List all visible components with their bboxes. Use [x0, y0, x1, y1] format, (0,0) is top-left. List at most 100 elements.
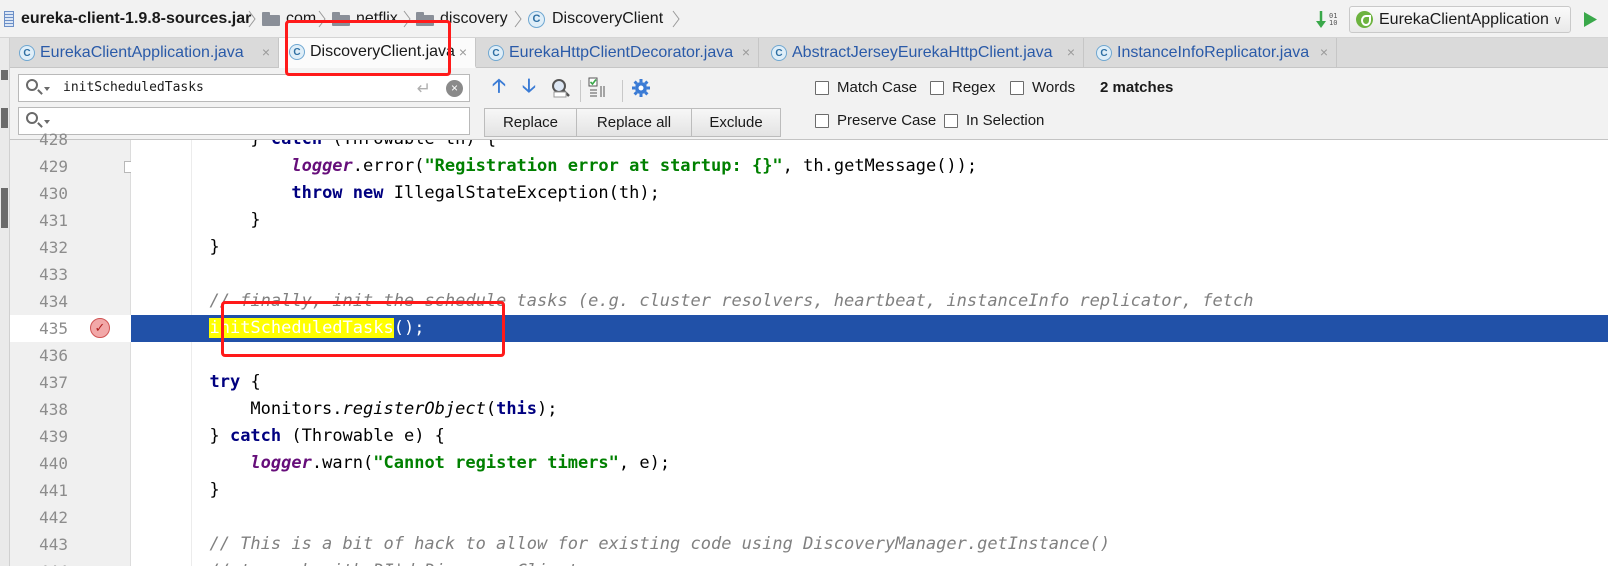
words-checkbox[interactable]: Words — [1010, 79, 1075, 96]
match-case-checkbox[interactable]: Match Case — [815, 79, 917, 96]
class-icon: C — [19, 45, 35, 61]
folder-icon — [262, 12, 280, 26]
run-triangle-icon[interactable] — [1582, 11, 1598, 28]
replace-button[interactable]: Replace — [484, 108, 577, 137]
breadcrumb-class[interactable]: C DiscoveryClient — [528, 0, 663, 38]
search-field[interactable]: initScheduledTasks ↵ × — [18, 74, 470, 102]
close-icon[interactable]: × — [459, 45, 467, 59]
next-occurrence-icon[interactable]: 🡣 — [518, 76, 540, 99]
replace-all-button[interactable]: Replace all — [576, 108, 692, 137]
build-order-icon[interactable]: 01 10 — [1316, 10, 1342, 30]
code-token: // finally, init the schedule tasks (e.g… — [189, 291, 1254, 311]
code-token: (); — [393, 318, 425, 338]
checkbox-box[interactable] — [815, 113, 829, 128]
breadcrumb-folder-com[interactable]: com — [262, 0, 316, 38]
line-number[interactable]: 436 — [20, 342, 68, 369]
code-token: (Throwable e) { — [281, 426, 445, 446]
line-number[interactable]: 437 — [20, 369, 68, 396]
tab-label: EurekaClientApplication.java — [40, 44, 244, 61]
editor-tab-bar: C EurekaClientApplication.java × C Disco… — [0, 38, 1608, 68]
line-number[interactable]: 444 — [20, 558, 68, 566]
chevron-down-icon — [44, 87, 50, 91]
left-tool-strip[interactable] — [0, 38, 10, 566]
code-token: this — [496, 399, 538, 419]
gear-icon[interactable] — [630, 77, 652, 99]
code-line[interactable]: } — [131, 234, 1608, 261]
line-number[interactable]: 430 — [20, 180, 68, 207]
find-all-occurrences-icon[interactable] — [550, 77, 572, 99]
checkbox-box[interactable] — [944, 113, 958, 128]
run-configuration-label: EurekaClientApplication — [1379, 10, 1549, 28]
code-line-current[interactable]: initScheduledTasks(); — [131, 315, 1608, 342]
tab-eureka-http-client-decorator[interactable]: C EurekaHttpClientDecorator.java × — [476, 38, 759, 68]
code-line[interactable]: Monitors.registerObject(this); — [131, 396, 1608, 423]
line-number[interactable]: 438 — [20, 396, 68, 423]
search-match: initScheduledTasks — [209, 318, 394, 338]
tab-instance-info-replicator[interactable]: C InstanceInfoReplicator.java × — [1084, 38, 1337, 68]
code-line[interactable]: // finally, init the schedule tasks (e.g… — [131, 288, 1608, 315]
line-number[interactable]: 435 — [20, 315, 68, 342]
line-number[interactable]: 434 — [20, 288, 68, 315]
in-selection-checkbox[interactable]: In Selection — [944, 112, 1044, 129]
close-icon[interactable]: × — [1067, 45, 1075, 59]
clear-search-icon[interactable]: × — [446, 80, 463, 97]
breadcrumb-folder-discovery[interactable]: discovery — [416, 0, 508, 38]
code-line[interactable]: // to work with DI'd DiscoveryClient — [131, 558, 1608, 566]
code-line[interactable]: } — [131, 207, 1608, 234]
line-number[interactable]: 432 — [20, 234, 68, 261]
line-number[interactable]: 429 — [20, 153, 68, 180]
code-line[interactable]: logger.error("Registration error at star… — [131, 153, 1608, 180]
breakpoint-icon[interactable]: ✓ — [90, 318, 110, 338]
checkbox-box[interactable] — [930, 80, 944, 95]
exclude-button[interactable]: Exclude — [691, 108, 781, 137]
breadcrumb-separator-icon — [403, 10, 411, 28]
close-icon[interactable]: × — [742, 45, 750, 59]
svg-text:10: 10 — [1329, 19, 1337, 27]
code-token: } — [189, 237, 220, 257]
code-line[interactable]: throw new IllegalStateException(th); — [131, 180, 1608, 207]
line-number[interactable]: 428 — [20, 126, 68, 153]
select-all-occurrences-icon[interactable] — [588, 77, 610, 99]
code-line[interactable]: } catch (Throwable th) { — [131, 140, 1608, 153]
regex-checkbox[interactable]: Regex — [930, 79, 995, 96]
code-token: "Registration error at startup: {}" — [424, 156, 783, 176]
code-line[interactable]: logger.warn("Cannot register timers", e)… — [131, 450, 1608, 477]
previous-occurrence-icon[interactable]: 🡡 — [488, 76, 510, 99]
line-number[interactable]: 443 — [20, 531, 68, 558]
close-icon[interactable]: × — [1320, 45, 1328, 59]
breadcrumb-folder-label: com — [286, 10, 317, 27]
toolbar-separator — [622, 80, 623, 102]
checkbox-box[interactable] — [1010, 80, 1024, 95]
code-line[interactable] — [131, 504, 1608, 531]
spring-boot-icon — [1356, 11, 1373, 28]
multiline-enter-icon[interactable]: ↵ — [417, 79, 431, 99]
line-number[interactable]: 433 — [20, 261, 68, 288]
code-token: , th.getMessage()); — [782, 156, 978, 176]
run-configuration-selector[interactable]: EurekaClientApplication ∨ — [1349, 6, 1571, 33]
chevron-down-icon — [44, 120, 50, 124]
code-line[interactable]: // This is a bit of hack to allow for ex… — [131, 531, 1608, 558]
line-number[interactable]: 442 — [20, 504, 68, 531]
tab-discovery-client[interactable]: C DiscoveryClient.java × — [279, 38, 476, 68]
line-number[interactable]: 440 — [20, 450, 68, 477]
code-line[interactable]: } — [131, 477, 1608, 504]
code-line[interactable] — [131, 342, 1608, 369]
code-token: (Throwable th) { — [322, 140, 496, 149]
replace-field[interactable] — [18, 107, 470, 135]
tab-abstract-jersey-eureka-http-client[interactable]: C AbstractJerseyEurekaHttpClient.java × — [759, 38, 1084, 68]
line-number[interactable]: 441 — [20, 477, 68, 504]
preserve-case-checkbox[interactable]: Preserve Case — [815, 112, 936, 129]
search-input[interactable]: initScheduledTasks — [63, 80, 204, 95]
code-line[interactable]: } catch (Throwable e) { — [131, 423, 1608, 450]
checkbox-box[interactable] — [815, 80, 829, 95]
breadcrumb-jar[interactable]: eureka-client-1.9.8-sources.jar — [4, 0, 251, 38]
breadcrumb-folder-netflix[interactable]: netflix — [332, 0, 398, 38]
code-line[interactable]: try { — [131, 369, 1608, 396]
line-number[interactable]: 439 — [20, 423, 68, 450]
tab-eureka-client-application[interactable]: C EurekaClientApplication.java × — [0, 38, 279, 68]
line-number[interactable]: 431 — [20, 207, 68, 234]
editor-gutter[interactable]: 428 429 430 431 432 433 434 435 ✓ 436 437 438 439 440… — [10, 130, 136, 566]
code-line[interactable] — [131, 261, 1608, 288]
close-icon[interactable]: × — [262, 45, 270, 59]
code-editor[interactable]: } catch (Throwable th) { logger.error("R… — [131, 140, 1608, 566]
